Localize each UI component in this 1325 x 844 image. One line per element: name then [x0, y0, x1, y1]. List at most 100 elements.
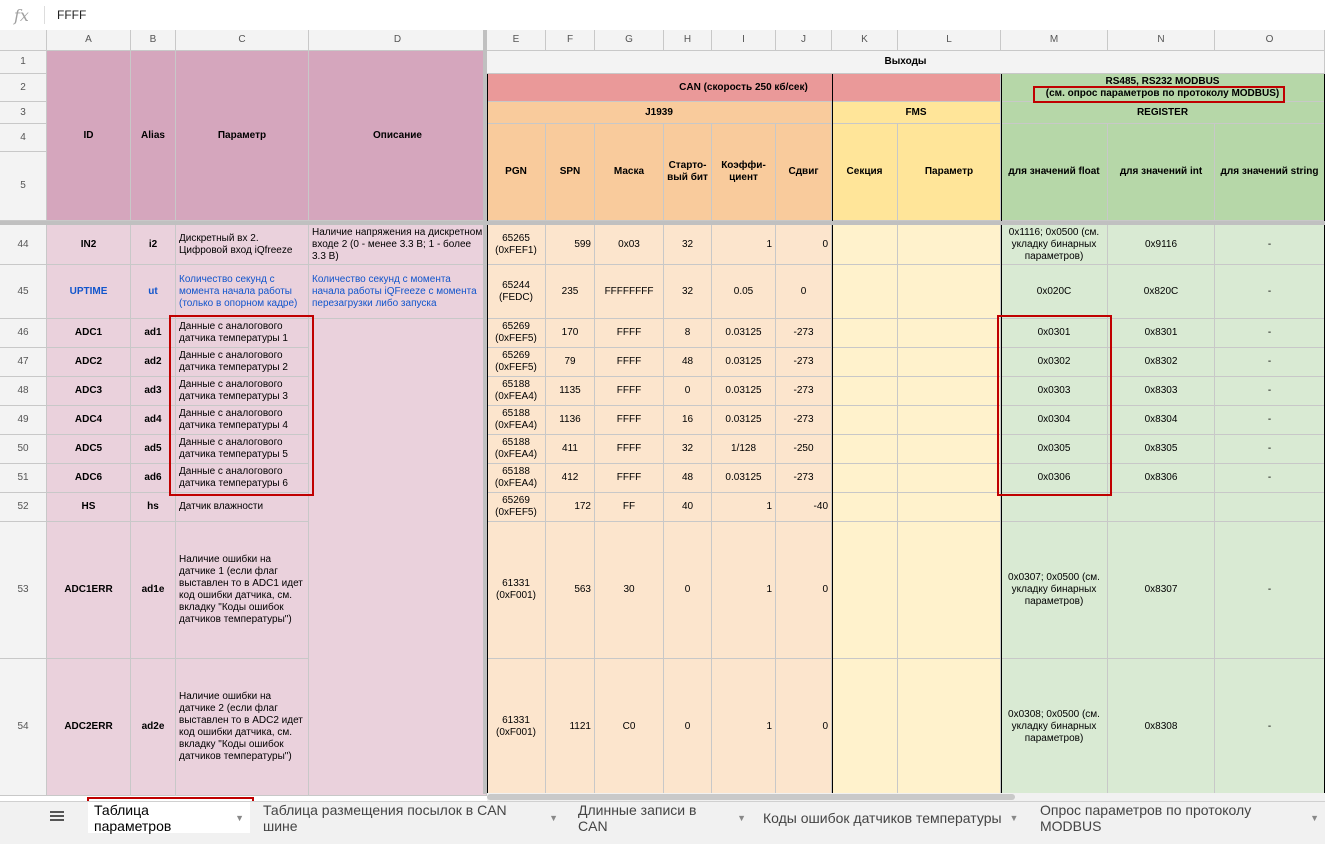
row-header-2[interactable]: 2 — [0, 74, 47, 102]
row-header-47[interactable]: 47 — [0, 348, 47, 377]
cell-pgn[interactable]: 65269 (0xFEF5) — [487, 493, 546, 522]
cell-string[interactable]: - — [1215, 435, 1325, 464]
cell-pgn[interactable]: 65188 (0xFEA4) — [487, 406, 546, 435]
cell-mask[interactable]: FFFF — [595, 377, 664, 406]
cell-pgn[interactable]: 65265 (0xFEF1) — [487, 225, 546, 265]
cell-string[interactable]: - — [1215, 348, 1325, 377]
chevron-down-icon[interactable]: ▼ — [235, 813, 244, 823]
cell-spn[interactable]: 411 — [546, 435, 595, 464]
cell-coef[interactable]: 1 — [712, 659, 776, 796]
cell-startbit[interactable]: 48 — [664, 464, 712, 493]
cell-fms-param[interactable] — [898, 435, 1001, 464]
cell-string[interactable]: - — [1215, 406, 1325, 435]
column-header-i[interactable]: I — [712, 30, 776, 51]
cell-startbit[interactable]: 48 — [664, 348, 712, 377]
cell-spn[interactable]: 1136 — [546, 406, 595, 435]
cell-float[interactable]: 0x0304 — [1001, 406, 1108, 435]
cell-mask[interactable]: C0 — [595, 659, 664, 796]
cell-float[interactable]: 0x0303 — [1001, 377, 1108, 406]
cell-coef[interactable]: 1 — [712, 493, 776, 522]
cell-string[interactable]: - — [1215, 659, 1325, 796]
cell-float[interactable]: 0x0308; 0x0500 (см. укладку бинарных пар… — [1001, 659, 1108, 796]
cell-startbit[interactable]: 8 — [664, 319, 712, 348]
cell-coef[interactable]: 1 — [712, 522, 776, 659]
cell-description-merged[interactable] — [309, 319, 487, 796]
cell-startbit[interactable]: 32 — [664, 225, 712, 265]
cell-coef[interactable]: 0.03125 — [712, 406, 776, 435]
cell-shift[interactable]: 0 — [776, 265, 832, 319]
cell-section[interactable] — [832, 659, 898, 796]
cell-alias[interactable]: ad6 — [131, 464, 176, 493]
cell-coef[interactable]: 0.03125 — [712, 377, 776, 406]
cell-string[interactable] — [1215, 493, 1325, 522]
cell-mask[interactable]: FFFF — [595, 319, 664, 348]
row-header-53[interactable]: 53 — [0, 522, 47, 659]
cell-param[interactable]: Данные с аналогового датчика температуры… — [176, 377, 309, 406]
cell-int[interactable]: 0x8303 — [1108, 377, 1215, 406]
row-header-52[interactable]: 52 — [0, 493, 47, 522]
cell-mask[interactable]: FFFF — [595, 435, 664, 464]
cell-int[interactable]: 0x8306 — [1108, 464, 1215, 493]
cell-section[interactable] — [832, 377, 898, 406]
cell-param[interactable]: Данные с аналогового датчика температуры… — [176, 319, 309, 348]
cell-startbit[interactable]: 32 — [664, 265, 712, 319]
chevron-down-icon[interactable]: ▼ — [1310, 813, 1319, 823]
cell-alias[interactable]: ad2 — [131, 348, 176, 377]
frozen-columns-divider[interactable] — [483, 30, 487, 794]
cell-string[interactable]: - — [1215, 319, 1325, 348]
row-header-49[interactable]: 49 — [0, 406, 47, 435]
cell-int[interactable]: 0x8302 — [1108, 348, 1215, 377]
cell-int[interactable]: 0x8304 — [1108, 406, 1215, 435]
cell-fms-param[interactable] — [898, 464, 1001, 493]
cell-fms-param[interactable] — [898, 522, 1001, 659]
chevron-down-icon[interactable]: ▼ — [1010, 813, 1019, 823]
cell-section[interactable] — [832, 225, 898, 265]
column-header-j[interactable]: J — [776, 30, 832, 51]
cell-startbit[interactable]: 40 — [664, 493, 712, 522]
cell-float[interactable]: 0x0305 — [1001, 435, 1108, 464]
column-header-h[interactable]: H — [664, 30, 712, 51]
cell-startbit[interactable]: 0 — [664, 522, 712, 659]
row-header-4[interactable]: 4 — [0, 124, 47, 152]
cell-spn[interactable]: 563 — [546, 522, 595, 659]
cell-alias[interactable]: i2 — [131, 225, 176, 265]
cell-mask[interactable]: FFFF — [595, 464, 664, 493]
all-sheets-menu-icon[interactable] — [50, 811, 64, 823]
cell-coef[interactable]: 0.03125 — [712, 348, 776, 377]
cell-pgn[interactable]: 65244 (FEDC) — [487, 265, 546, 319]
cell-pgn[interactable]: 61331 (0xF001) — [487, 522, 546, 659]
cell-coef[interactable]: 1/128 — [712, 435, 776, 464]
cell-section[interactable] — [832, 522, 898, 659]
cell-float[interactable]: 0x0307; 0x0500 (см. укладку бинарных пар… — [1001, 522, 1108, 659]
frozen-rows-divider[interactable] — [0, 221, 1325, 225]
chevron-down-icon[interactable]: ▼ — [737, 813, 746, 823]
cell-int[interactable] — [1108, 493, 1215, 522]
cell-shift[interactable]: -273 — [776, 406, 832, 435]
cell-coef[interactable]: 1 — [712, 225, 776, 265]
column-header-a[interactable]: A — [47, 30, 131, 51]
column-header-d[interactable]: D — [309, 30, 487, 51]
cell-float[interactable]: 0x020C — [1001, 265, 1108, 319]
cell-string[interactable]: - — [1215, 377, 1325, 406]
cell-id[interactable]: UPTIME — [47, 265, 131, 319]
cell-string[interactable]: - — [1215, 225, 1325, 265]
cell-param[interactable]: Данные с аналогового датчика температуры… — [176, 406, 309, 435]
cell-fms-param[interactable] — [898, 659, 1001, 796]
column-header-l[interactable]: L — [898, 30, 1001, 51]
cell-float[interactable]: 0x0306 — [1001, 464, 1108, 493]
cell-spn[interactable]: 1121 — [546, 659, 595, 796]
cell-mask[interactable]: FFFF — [595, 348, 664, 377]
chevron-down-icon[interactable]: ▼ — [549, 813, 558, 823]
cell-shift[interactable]: -273 — [776, 377, 832, 406]
cell-param[interactable]: Дискретный вх 2. Цифровой вход iQfreeze — [176, 225, 309, 265]
cell-startbit[interactable]: 16 — [664, 406, 712, 435]
cell-shift[interactable]: -273 — [776, 319, 832, 348]
cell-pgn[interactable]: 65269 (0xFEF5) — [487, 319, 546, 348]
cell-param[interactable]: Датчик влажности — [176, 493, 309, 522]
cell-section[interactable] — [832, 319, 898, 348]
cell-shift[interactable]: -250 — [776, 435, 832, 464]
cell-id[interactable]: ADC3 — [47, 377, 131, 406]
row-header-48[interactable]: 48 — [0, 377, 47, 406]
cell-spn[interactable]: 412 — [546, 464, 595, 493]
cell-string[interactable]: - — [1215, 265, 1325, 319]
